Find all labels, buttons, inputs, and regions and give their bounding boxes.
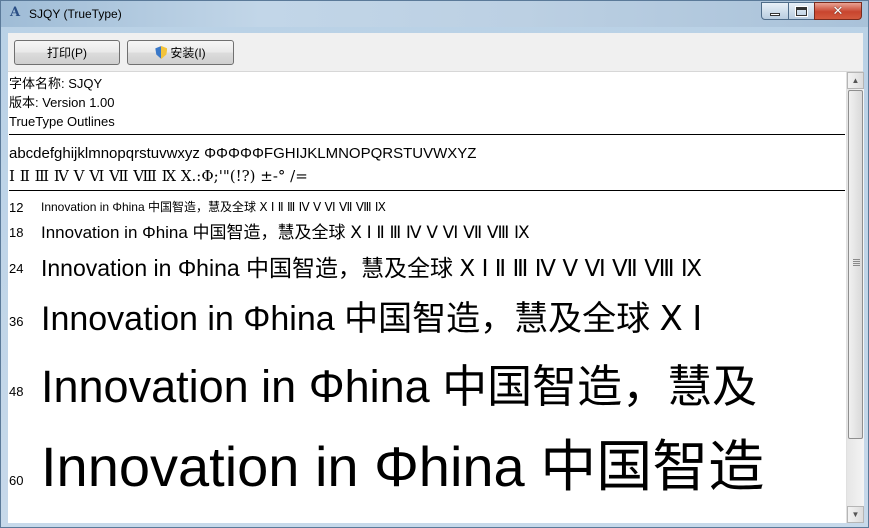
vertical-scrollbar[interactable]: ▲ ▼ — [846, 72, 864, 523]
font-name-line: 字体名称: SJQY — [9, 76, 103, 91]
sample-size-label: 60 — [9, 473, 24, 488]
font-preview-area[interactable]: 字体名称: SJQY 版本: Version 1.00 TrueType Out… — [8, 72, 846, 523]
install-button[interactable]: 安装(I) — [127, 40, 234, 65]
sample-text: Innovation in Φhina 中国智造，慧及全球 Ⅹ Ⅰ — [41, 300, 703, 338]
arrow-up-icon: ▲ — [851, 76, 860, 85]
arrow-down-icon: ▼ — [851, 510, 860, 519]
close-icon: ✕ — [832, 3, 844, 19]
sample-text: Innovation in Φhina 中国智造，慧及全球 Ⅹ Ⅰ Ⅱ Ⅲ Ⅳ … — [41, 200, 386, 214]
sample-text: Innovation in Φhina 中国智造，慧及 — [41, 361, 758, 412]
font-outline-line: TrueType Outlines — [9, 114, 115, 129]
sample-size-label: 18 — [9, 225, 24, 240]
divider — [9, 134, 845, 135]
sample-text: Innovation in Φhina 中国智造，慧及全球 Ⅹ Ⅰ Ⅱ Ⅲ Ⅳ … — [41, 223, 530, 242]
uac-shield-icon — [155, 46, 168, 59]
sample-size-label: 12 — [9, 200, 24, 215]
minimize-icon — [770, 12, 780, 16]
sample-text: Innovation in Φhina 中国智造 — [41, 435, 765, 498]
font-viewer-window: A SJQY (TrueType) ✕ 打印(P) 安装(I) 字体名称: SJ… — [0, 0, 869, 528]
grip-icon — [853, 259, 860, 267]
charset-line-1: abcdefghijklmnopqrstuvwxyz ΦΦΦΦΦFGHIJKLM… — [9, 145, 477, 162]
print-button-label: 打印(P) — [47, 46, 87, 60]
scroll-down-button[interactable]: ▼ — [847, 506, 864, 523]
maximize-button[interactable] — [788, 2, 815, 20]
print-button[interactable]: 打印(P) — [14, 40, 120, 65]
close-button[interactable]: ✕ — [814, 2, 862, 20]
window-title: SJQY (TrueType) — [29, 7, 122, 21]
toolbar: 打印(P) 安装(I) — [8, 33, 863, 72]
divider — [9, 190, 845, 191]
scrollbar-thumb[interactable] — [848, 90, 863, 439]
scroll-up-button[interactable]: ▲ — [847, 72, 864, 89]
sample-size-label: 48 — [9, 384, 24, 399]
title-bar[interactable]: A SJQY (TrueType) ✕ — [1, 1, 868, 27]
charset-line-2: Ⅰ Ⅱ Ⅲ Ⅳ Ⅴ Ⅵ Ⅶ Ⅷ Ⅸ Ⅹ.:Φ;'"(!?) ±-° /= — [9, 167, 308, 185]
font-viewer-icon: A — [9, 5, 21, 20]
maximize-icon — [795, 5, 808, 17]
sample-text: Innovation in Φhina 中国智造，慧及全球 Ⅹ Ⅰ Ⅱ Ⅲ Ⅳ … — [41, 255, 702, 281]
minimize-button[interactable] — [761, 2, 789, 20]
font-version-line: 版本: Version 1.00 — [9, 95, 115, 110]
sample-size-label: 36 — [9, 314, 24, 329]
sample-size-label: 24 — [9, 261, 24, 276]
install-button-label: 安装(I) — [170, 46, 206, 60]
